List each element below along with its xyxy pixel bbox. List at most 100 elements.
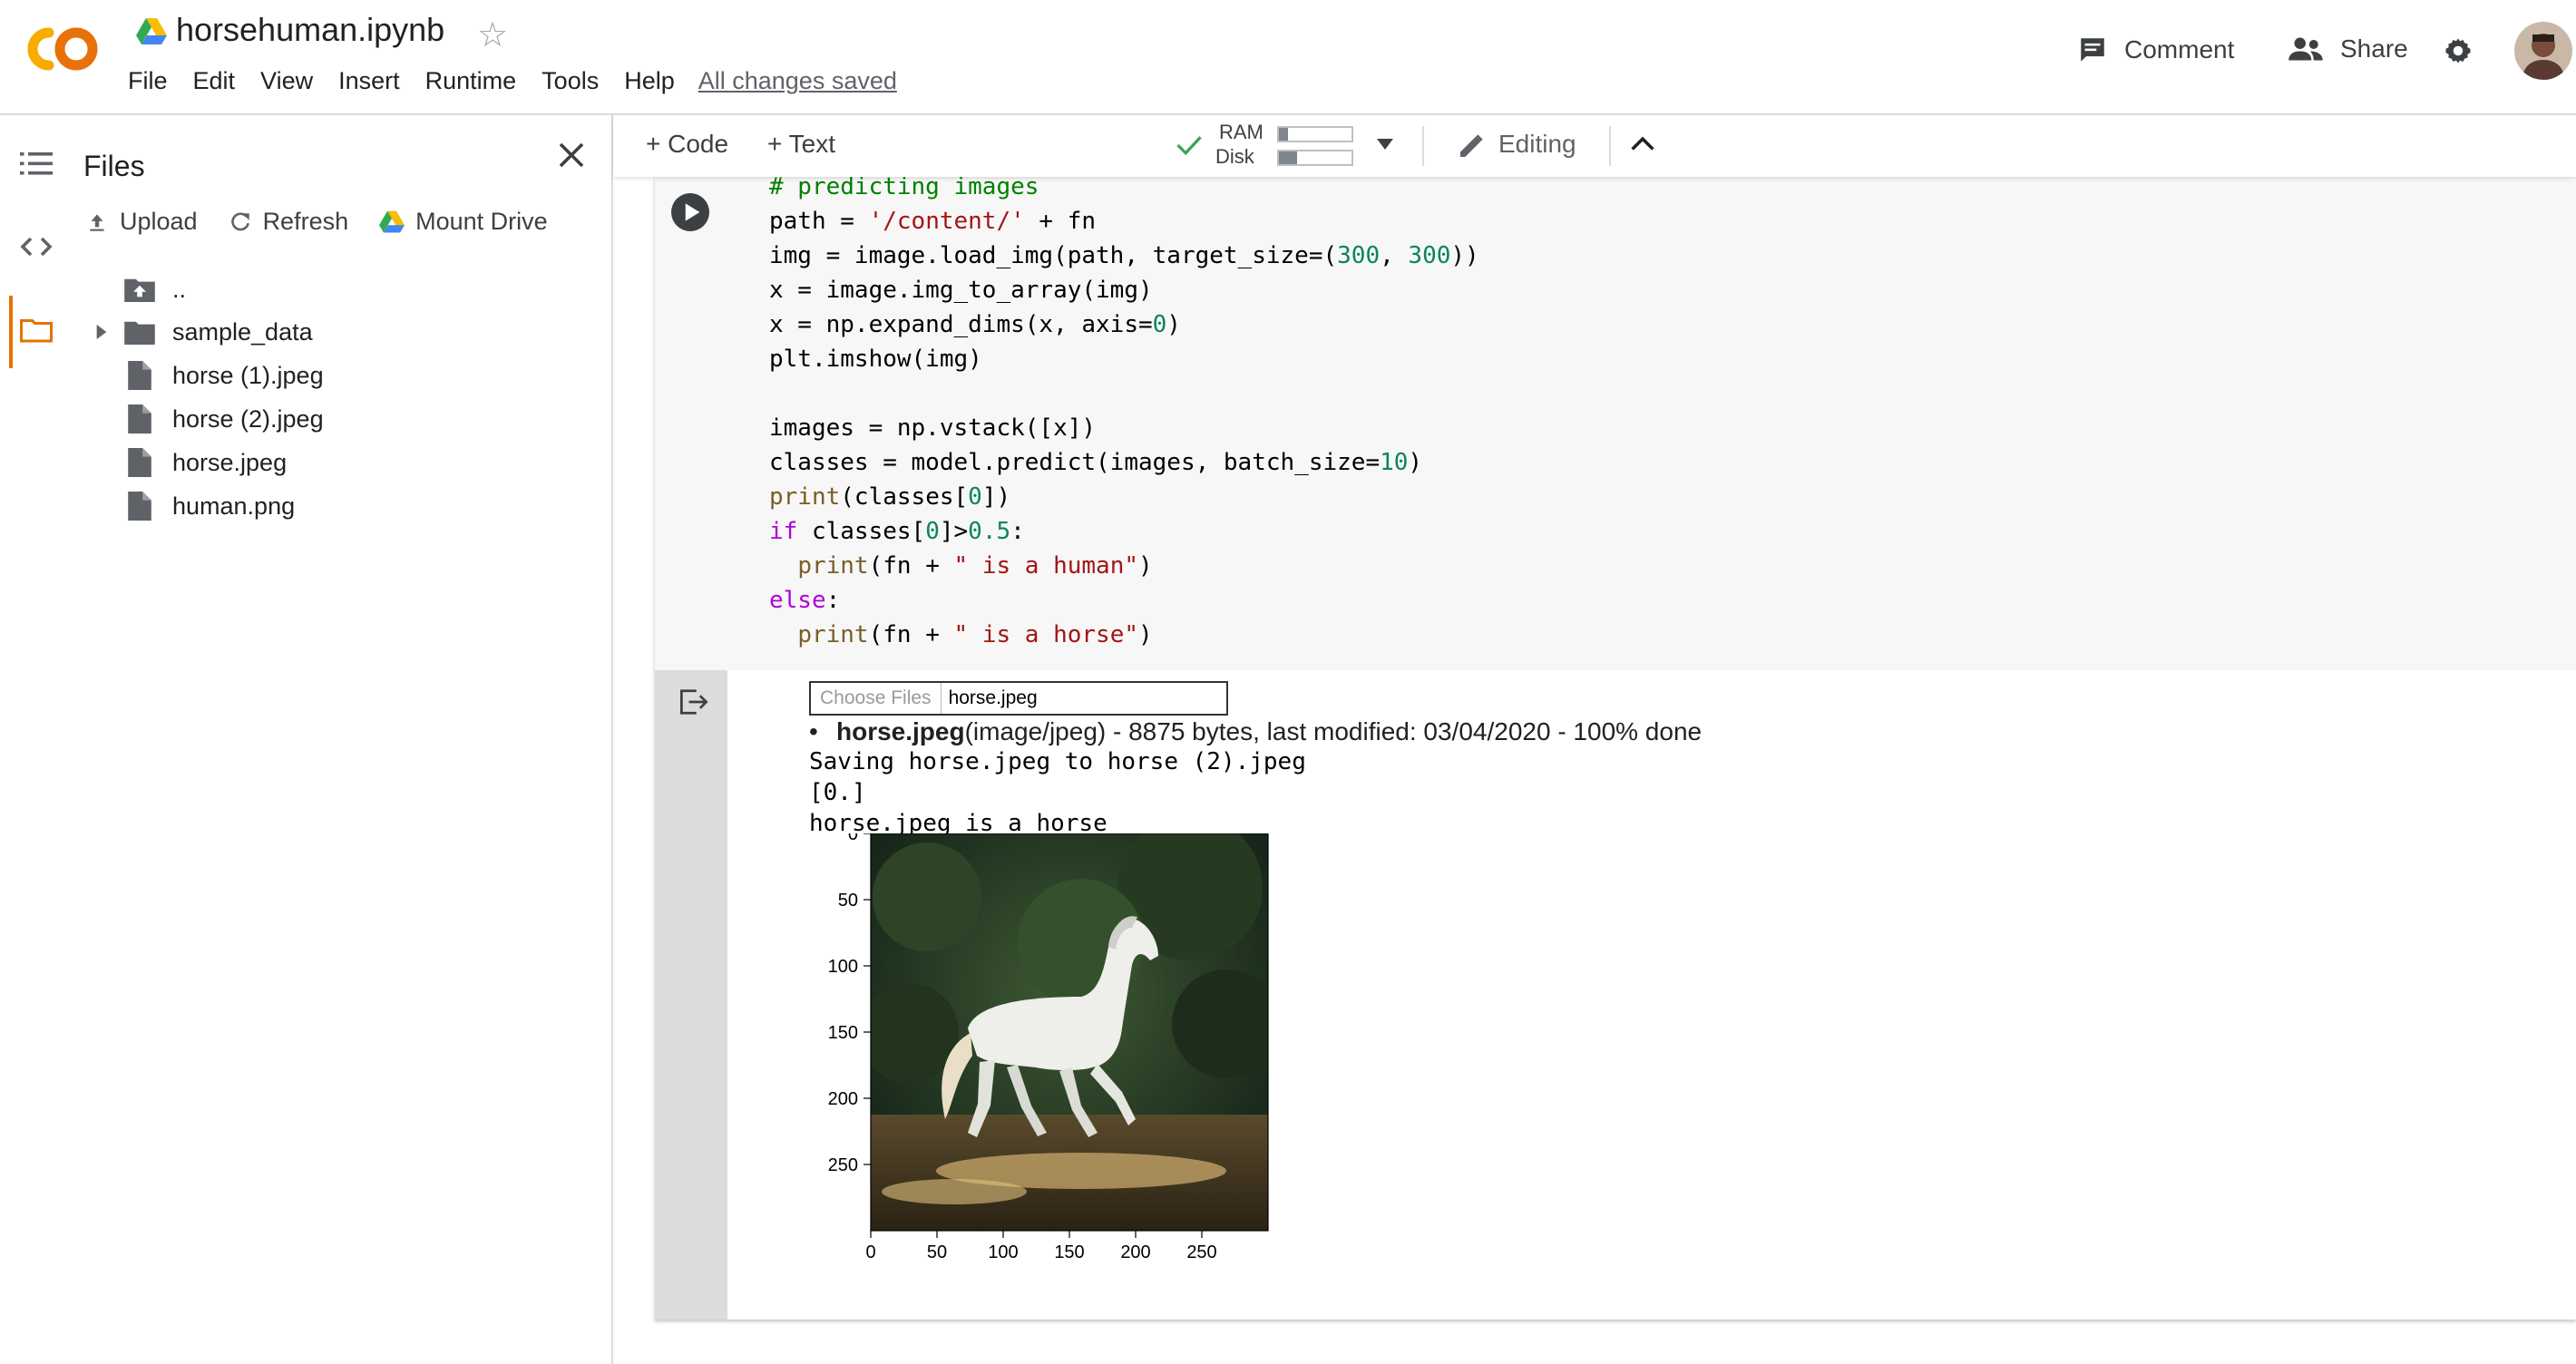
comment-label: Comment xyxy=(2124,35,2235,63)
folder-up-icon xyxy=(120,277,160,302)
gear-icon[interactable] xyxy=(2442,34,2474,67)
comment-button[interactable]: Comment xyxy=(2077,34,2234,65)
choose-files-button[interactable]: Choose Files xyxy=(811,683,942,714)
code-snippets-icon[interactable] xyxy=(20,233,53,260)
menu-insert[interactable]: Insert xyxy=(326,67,413,95)
menu-bar: File Edit View Insert Runtime Tools Help… xyxy=(128,67,897,95)
tree-item-label: horse (1).jpeg xyxy=(172,361,324,389)
output-line: Saving horse.jpeg to horse (2).jpeg xyxy=(809,748,1306,775)
x-tick-label: 0 xyxy=(865,1242,875,1262)
x-tick-label: 150 xyxy=(1054,1242,1084,1262)
tree-item-file[interactable]: horse (1).jpeg xyxy=(83,356,324,395)
app-header: horsehuman.ipynb ☆ File Edit View Insert… xyxy=(0,0,2576,115)
upload-status: • horse.jpeg (image/jpeg) - 8875 bytes, … xyxy=(809,717,1703,745)
menu-tools[interactable]: Tools xyxy=(529,67,611,95)
folder-icon xyxy=(120,319,160,345)
upload-label: Upload xyxy=(120,208,198,235)
file-icon xyxy=(120,404,160,434)
check-icon xyxy=(1176,133,1203,157)
menu-help[interactable]: Help xyxy=(611,67,688,95)
files-panel-title: Files xyxy=(83,150,145,182)
notebook-toolbar: + Code + Text RAM Disk Editing xyxy=(613,115,2576,177)
tree-item-label: horse.jpeg xyxy=(172,448,288,476)
x-tick-label: 50 xyxy=(927,1242,947,1262)
code-line: print(fn + " is a human") xyxy=(797,552,1153,580)
folder-icon[interactable] xyxy=(20,317,53,344)
file-icon xyxy=(120,492,160,521)
mount-drive-label: Mount Drive xyxy=(415,208,548,235)
menu-file[interactable]: File xyxy=(128,67,181,95)
disk-label: Disk xyxy=(1215,145,1254,168)
code-line: if classes[0]>0.5: xyxy=(769,518,1025,545)
people-icon xyxy=(2288,35,2324,63)
editing-mode-button[interactable]: Editing xyxy=(1498,130,1576,159)
close-icon[interactable] xyxy=(555,139,588,171)
menu-runtime[interactable]: Runtime xyxy=(413,67,530,95)
tree-item-file[interactable]: horse.jpeg xyxy=(83,443,287,482)
x-tick-label: 100 xyxy=(988,1242,1018,1262)
resources-dropdown-icon[interactable] xyxy=(1377,139,1393,150)
toolbar-divider xyxy=(1422,126,1424,166)
menu-edit[interactable]: Edit xyxy=(181,67,249,95)
code-line: x = np.expand_dims(x, axis=0) xyxy=(769,311,1181,338)
tree-item-file[interactable]: horse (2).jpeg xyxy=(83,399,324,439)
drive-icon xyxy=(379,210,405,233)
upload-icon xyxy=(90,213,104,231)
add-code-button[interactable]: + Code xyxy=(646,130,728,159)
y-tick-label: 150 xyxy=(828,1023,858,1043)
output-gutter xyxy=(655,670,727,1320)
file-upload-input[interactable]: Choose Files horse.jpeg xyxy=(809,681,1228,716)
y-tick-label: 250 xyxy=(828,1155,858,1175)
code-editor[interactable]: # predicting images path = '/content/' +… xyxy=(769,170,1479,652)
table-of-contents-icon[interactable] xyxy=(20,150,53,177)
code-line: img = image.load_img(path, target_size=(… xyxy=(769,242,1479,269)
code-cell[interactable]: # predicting images path = '/content/' +… xyxy=(655,173,2576,1320)
y-tick-label: 50 xyxy=(838,891,858,911)
menu-view[interactable]: View xyxy=(248,67,326,95)
output-actions-icon[interactable] xyxy=(678,688,709,716)
y-tick-label: 0 xyxy=(848,833,858,844)
code-line: plt.imshow(img) xyxy=(769,346,982,373)
avatar[interactable] xyxy=(2514,22,2572,80)
upload-button[interactable]: Upload xyxy=(85,208,198,236)
save-status-link[interactable]: All changes saved xyxy=(698,67,897,95)
run-cell-button[interactable] xyxy=(671,193,709,231)
code-line: path = '/content/' + fn xyxy=(769,208,1097,235)
x-tick-label: 250 xyxy=(1186,1242,1216,1262)
file-icon xyxy=(120,448,160,477)
x-axis: 0 50 100 150 200 250 xyxy=(865,1231,1217,1262)
chosen-file-name: horse.jpeg xyxy=(948,687,1038,708)
tree-item-file[interactable]: human.png xyxy=(83,486,295,526)
horse-photo xyxy=(871,833,1268,1231)
code-line: # predicting images xyxy=(769,173,1039,200)
notebook-title[interactable]: horsehuman.ipynb xyxy=(176,11,444,49)
tree-item-label: sample_data xyxy=(172,317,313,346)
upload-details: (image/jpeg) - 8875 bytes, last modified… xyxy=(964,717,1703,745)
tree-item-label: .. xyxy=(172,275,187,303)
code-line: x = image.img_to_array(img) xyxy=(769,277,1153,304)
star-icon[interactable]: ☆ xyxy=(477,15,508,55)
output-line: [0.] xyxy=(809,779,866,806)
mount-drive-button[interactable]: Mount Drive xyxy=(379,208,548,236)
code-line: images = np.vstack([x]) xyxy=(769,414,1097,442)
x-tick-label: 200 xyxy=(1120,1242,1150,1262)
drive-icon xyxy=(136,18,167,45)
expand-caret-icon[interactable] xyxy=(83,325,120,339)
code-line: print(classes[0]) xyxy=(769,483,1011,511)
chevron-up-icon[interactable] xyxy=(1631,135,1654,151)
y-axis: 0 50 100 150 200 250 xyxy=(828,833,871,1175)
y-tick-label: 200 xyxy=(828,1089,858,1109)
file-icon xyxy=(120,361,160,390)
image-plot: 0 50 100 150 200 250 0 50 100 150 200 250 xyxy=(828,833,1269,1262)
tree-item-sample-data[interactable]: sample_data xyxy=(83,312,313,352)
ram-usage-fill xyxy=(1279,128,1288,141)
files-panel: Files Upload Refresh Mount Drive .. samp… xyxy=(73,115,613,1364)
disk-usage-fill xyxy=(1279,151,1297,164)
add-text-button[interactable]: + Text xyxy=(767,130,835,159)
pencil-icon xyxy=(1457,132,1486,161)
refresh-button[interactable]: Refresh xyxy=(229,208,348,236)
tree-item-parent[interactable]: .. xyxy=(83,269,186,309)
refresh-icon xyxy=(230,211,249,230)
colab-logo[interactable] xyxy=(24,24,102,74)
share-button[interactable]: Share xyxy=(2288,34,2408,63)
